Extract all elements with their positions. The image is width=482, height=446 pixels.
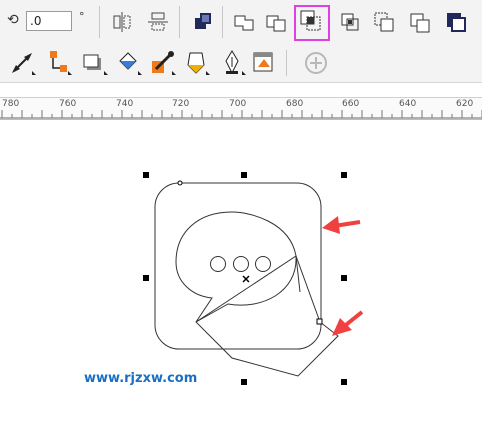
- dot-shape[interactable]: [233, 256, 249, 272]
- ruler-label: 700: [229, 99, 247, 109]
- ruler-label: 640: [399, 99, 417, 109]
- weld-button[interactable]: [228, 6, 260, 38]
- drawing-canvas[interactable]: [0, 119, 482, 446]
- ruler-label: 740: [116, 99, 134, 109]
- back-minus-front-button[interactable]: [404, 6, 436, 38]
- separator: [222, 6, 223, 38]
- pen-tool-icon[interactable]: [216, 47, 248, 79]
- front-minus-back-button[interactable]: [368, 6, 400, 38]
- horizontal-ruler[interactable]: 780 760 740 720 700 680 660 640 620: [0, 97, 482, 120]
- dot-shape[interactable]: [255, 256, 271, 272]
- add-icon[interactable]: [300, 47, 332, 79]
- dimension-tool-icon[interactable]: [6, 47, 38, 79]
- mirror-vertical-button[interactable]: [142, 6, 174, 38]
- drop-shadow-tool-icon[interactable]: [78, 47, 110, 79]
- rotate-icon: ⟲: [7, 12, 19, 28]
- speech-bubble-shape[interactable]: [175, 211, 297, 323]
- property-bar: ⟲ .0 °: [0, 0, 482, 62]
- intersect-button[interactable]: [294, 5, 330, 41]
- intersect-polygon-shape[interactable]: [195, 255, 339, 377]
- tool-bar: [0, 44, 482, 83]
- ruler-label: 760: [59, 99, 77, 109]
- watermark-text: www.rjzxw.com: [84, 371, 198, 386]
- create-boundary-button[interactable]: [440, 6, 472, 38]
- smart-fill-tool-icon[interactable]: [248, 47, 280, 79]
- node-handle[interactable]: [316, 318, 323, 325]
- separator: [99, 6, 100, 38]
- simplify-button[interactable]: [334, 6, 366, 38]
- fill-tool-icon[interactable]: [112, 47, 144, 79]
- separator: [179, 6, 180, 38]
- ruler-label: 620: [456, 99, 474, 109]
- annotation-arrow-icon: [322, 216, 361, 234]
- connector-tool-icon[interactable]: [44, 47, 76, 79]
- trim-button[interactable]: [260, 6, 292, 38]
- eyedropper-tool-icon[interactable]: [146, 47, 178, 79]
- combine-icon[interactable]: [186, 6, 218, 38]
- separator: [286, 50, 287, 76]
- interactive-fill-tool-icon[interactable]: [180, 47, 212, 79]
- rotation-angle-input[interactable]: .0: [26, 11, 72, 31]
- mirror-horizontal-button[interactable]: [106, 6, 138, 38]
- node-handle[interactable]: [177, 180, 183, 186]
- ruler-label: 720: [172, 99, 190, 109]
- annotation-arrow-icon: [332, 310, 364, 336]
- degree-symbol: °: [79, 10, 85, 23]
- ruler-label: 780: [2, 99, 20, 109]
- center-marker-icon: [242, 275, 250, 283]
- ruler-label: 660: [342, 99, 360, 109]
- ruler-label: 680: [286, 99, 304, 109]
- dot-shape[interactable]: [210, 256, 226, 272]
